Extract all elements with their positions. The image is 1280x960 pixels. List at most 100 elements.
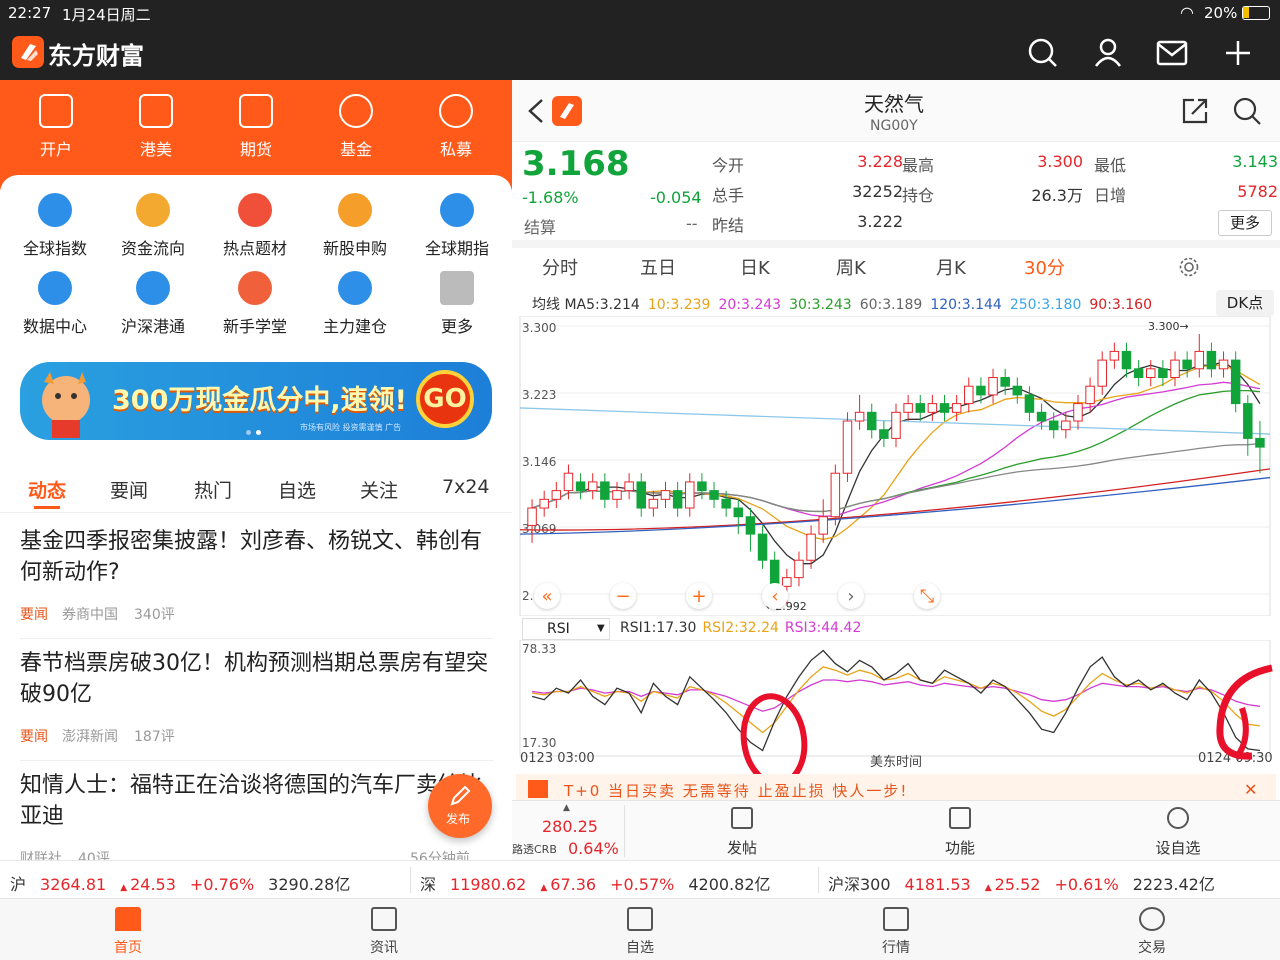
plus-icon[interactable]: [1224, 39, 1252, 67]
indicator-select[interactable]: RSI ▼: [522, 618, 610, 640]
zoom-in-button[interactable]: +: [686, 583, 712, 609]
candle: [1097, 359, 1107, 387]
candle: [782, 577, 792, 587]
period-tab-5[interactable]: 30分: [1024, 254, 1065, 280]
top-menu-item-1[interactable]: 港美: [122, 92, 190, 162]
ticker-item-2[interactable]: 沪深300 4181.53 ▲ 25.52 +0.61% 2223.42亿: [828, 871, 1215, 895]
globe-icon: [440, 193, 474, 227]
scroll-left-button[interactable]: «: [534, 583, 560, 609]
ticker-amount: 4200.82亿: [688, 875, 771, 894]
shortcut-item-2[interactable]: 热点题材: [206, 185, 304, 261]
action-0[interactable]: 发帖: [712, 805, 772, 859]
zoom-out-button[interactable]: −: [610, 583, 636, 609]
speaker-icon: [528, 780, 548, 798]
candle: [685, 481, 695, 509]
mail-icon[interactable]: [1156, 40, 1188, 66]
promo-banner[interactable]: 300万现金瓜分中,速领! GO 市场有风险 投资需谨慎 广告: [20, 362, 492, 440]
action-1[interactable]: 功能: [930, 805, 990, 859]
top-menu: 开户 港美 期货 基金 私募: [0, 92, 512, 162]
news-tab-5[interactable]: 7x24: [442, 476, 490, 498]
news-tab-1[interactable]: 要闻: [110, 476, 148, 503]
up-arrow-icon: ▲: [984, 883, 992, 893]
coin-icon: [136, 193, 170, 227]
candle: [818, 516, 828, 535]
period-tab-3[interactable]: 周K: [836, 254, 866, 280]
nav-item-1[interactable]: 资讯: [354, 905, 414, 957]
candle: [721, 498, 731, 509]
shortcut-item-5[interactable]: 数据中心: [6, 263, 104, 339]
publish-button[interactable]: 发布: [428, 774, 492, 838]
prev-button[interactable]: ‹: [762, 583, 788, 609]
candle: [915, 403, 926, 413]
period-tab-0[interactable]: 分时: [542, 254, 578, 280]
user-icon[interactable]: [1094, 38, 1122, 68]
left-panel: 开户 港美 期货 基金 私募 全球指数 资金流向 热点题材 新股申购 全球期指数据中心 沪深港通 新…: [0, 80, 512, 860]
candle: [648, 498, 659, 509]
news-tab-3[interactable]: 自选: [278, 476, 316, 503]
shortcut-item-6[interactable]: 沪深港通: [104, 263, 202, 339]
more-button[interactable]: 更多: [1218, 210, 1272, 236]
action-buttons: 发帖 功能 设自选: [626, 801, 1280, 860]
top-menu-item-3[interactable]: 基金: [322, 92, 390, 162]
stat-label: 日增: [1094, 186, 1127, 205]
next-button[interactable]: ›: [838, 583, 864, 609]
close-icon[interactable]: ✕: [1244, 780, 1257, 799]
rsi-value: RSI2:32.24: [702, 620, 779, 636]
candlestick-chart[interactable]: 3.3003.2233.1463.0692.9923.300→←2.992: [518, 316, 1280, 616]
candle: [709, 490, 719, 500]
news-item[interactable]: 春节档票房破30亿！机构预测档期总票房有望突破90亿 要闻 澎湃新闻 187评: [20, 648, 494, 764]
nav-item-4[interactable]: 交易: [1122, 905, 1182, 957]
hk-icon: [139, 94, 173, 128]
share-icon[interactable]: [1180, 96, 1210, 126]
search-icon[interactable]: [1028, 38, 1058, 68]
shortcut-item-4[interactable]: 全球期指: [408, 185, 506, 261]
news-tag: 要闻: [20, 729, 48, 745]
shortcut-item-9[interactable]: 更多: [408, 263, 506, 339]
shortcut-label: 全球期指: [424, 239, 489, 258]
shortcut-item-7[interactable]: 新手学堂: [206, 263, 304, 339]
flower-icon: [136, 271, 170, 305]
candle: [1024, 394, 1035, 413]
news-tab-2[interactable]: 热门: [194, 476, 232, 503]
news-tab-0[interactable]: 动态: [28, 476, 66, 503]
top-menu-item-4[interactable]: 私募: [422, 92, 490, 162]
search-icon-right[interactable]: [1232, 96, 1262, 126]
shortcut-item-0[interactable]: 全球指数: [6, 185, 104, 261]
stat-value: 3.228: [857, 152, 903, 171]
settings-gear-icon[interactable]: [1178, 256, 1200, 278]
nav-item-2[interactable]: 自选: [610, 905, 670, 957]
candle: [563, 472, 574, 492]
dk-point-button[interactable]: DK点: [1216, 290, 1274, 316]
shortcut-item-1[interactable]: 资金流向: [104, 185, 202, 261]
news-tab-4[interactable]: 关注: [360, 476, 398, 503]
indicator-select-value: RSI: [547, 621, 570, 637]
news-item[interactable]: 知情人士：福特正在洽谈将德国的汽车厂卖给比亚迪 财联社 40评 56分钟前: [20, 770, 494, 860]
promo-strip[interactable]: T+0 当日买卖 无需等待 止盈止损 快人一步! ✕: [516, 774, 1276, 802]
fullscreen-button[interactable]: ⤡: [914, 583, 940, 609]
crb-percent: 0.64%: [568, 839, 619, 858]
ma-value: 120:3.144: [930, 297, 1002, 313]
banner-go-button[interactable]: GO: [416, 370, 474, 428]
ticker-amount: 2223.42亿: [1132, 875, 1215, 894]
period-tab-2[interactable]: 日K: [740, 254, 770, 280]
candle: [1085, 385, 1095, 405]
back-icon[interactable]: [526, 98, 546, 124]
shortcut-item-3[interactable]: 新股申购: [306, 185, 404, 261]
ticker-item-0[interactable]: 沪 3264.81 ▲ 24.53 +0.76% 3290.28亿: [10, 871, 350, 895]
news-source: 财联社: [20, 851, 62, 860]
top-menu-item-2[interactable]: 期货: [222, 92, 290, 162]
ipo-icon: [39, 94, 73, 128]
news-item[interactable]: 基金四季报密集披露！刘彦春、杨锐文、韩创有何新动作? 要闻 券商中国 340评: [20, 526, 494, 642]
candle: [830, 472, 841, 518]
y-axis-label: 3.300: [522, 321, 556, 335]
shortcut-item-8[interactable]: 主力建仓: [306, 263, 404, 339]
nav-item-0[interactable]: 首页: [98, 905, 158, 957]
period-tab-1[interactable]: 五日: [640, 254, 676, 280]
more-icon: [1167, 807, 1189, 829]
action-2[interactable]: 设自选: [1148, 805, 1208, 859]
candle: [1218, 359, 1229, 370]
period-tab-4[interactable]: 月K: [936, 254, 966, 280]
top-menu-item-0[interactable]: 开户: [22, 92, 90, 162]
ticker-item-1[interactable]: 深 11980.62 ▲ 67.36 +0.57% 4200.82亿: [420, 871, 771, 895]
nav-item-3[interactable]: 行情: [866, 905, 926, 957]
